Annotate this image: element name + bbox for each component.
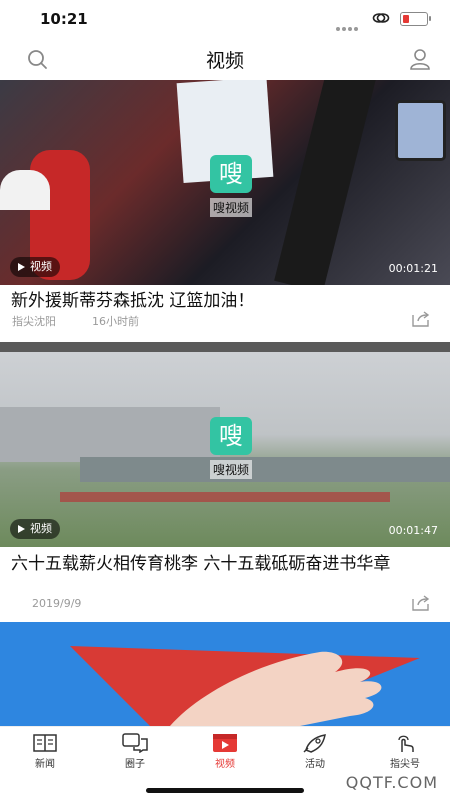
tab-video[interactable]: 视频 <box>195 733 255 770</box>
tab-zhijian[interactable]: 指尖号 <box>375 733 435 770</box>
video-thumbnail[interactable]: 嗖 嗖视频 视频 00:01:21 <box>0 80 450 285</box>
tab-label: 新闻 <box>35 759 55 770</box>
home-indicator <box>146 788 304 793</box>
video-duration: 00:01:47 <box>388 524 438 537</box>
share-icon[interactable] <box>412 595 430 611</box>
rocket-icon <box>303 734 326 753</box>
tab-label: 指尖号 <box>390 759 420 770</box>
tab-label: 活动 <box>305 759 325 770</box>
corner-watermark: QQTF.COM <box>345 773 438 792</box>
video-icon <box>213 734 237 752</box>
thumbnail-phone <box>395 100 446 161</box>
watermark-logo: 嗖 <box>210 155 252 193</box>
finger-tap-icon <box>398 735 414 752</box>
user-icon[interactable] <box>408 47 432 71</box>
page-title: 视频 <box>205 50 244 72</box>
newspaper-icon <box>33 734 57 752</box>
watermark-label: 嗖视频 <box>209 460 252 479</box>
watermark-label: 嗖视频 <box>209 198 252 217</box>
play-icon <box>18 263 25 271</box>
link-icon <box>372 13 390 23</box>
video-badge: 视频 <box>10 519 60 539</box>
status-bar: 10:21 <box>0 0 450 40</box>
share-icon[interactable] <box>412 311 430 327</box>
thumbnail-art <box>70 646 420 726</box>
battery-icon <box>400 12 431 26</box>
badge-label: 视频 <box>30 260 52 273</box>
play-icon <box>18 525 25 533</box>
video-watermark: 嗖 嗖视频 <box>206 417 256 479</box>
news-time: 16小时前 <box>92 315 139 328</box>
chat-icon <box>122 733 148 753</box>
tab-news[interactable]: 新闻 <box>15 733 75 770</box>
video-thumbnail[interactable]: 嗖 嗖视频 视频 00:01:47 <box>0 342 450 547</box>
tab-label: 视频 <box>215 759 235 770</box>
thumbnail-buildings <box>0 407 220 462</box>
video-thumbnail[interactable] <box>0 622 450 726</box>
news-title[interactable]: 六十五载薪火相传育桃李 六十五载砥砺奋进书华章 <box>11 553 441 576</box>
tab-circle[interactable]: 圈子 <box>105 733 165 770</box>
news-title[interactable]: 新外援斯蒂芬森抵沈 辽篮加油！ <box>11 290 441 313</box>
app-header: 视频 <box>0 40 450 80</box>
thumbnail-cap <box>0 170 50 210</box>
thumbnail-crowd <box>60 492 390 502</box>
thumbnail-stands <box>80 457 450 482</box>
badge-label: 视频 <box>30 522 52 535</box>
video-badge: 视频 <box>10 257 60 277</box>
video-watermark: 嗖 嗖视频 <box>206 155 256 217</box>
news-source: 指尖沈阳 <box>12 315 56 328</box>
video-duration: 00:01:21 <box>388 262 438 275</box>
thumbnail-roof <box>0 342 450 352</box>
thumbnail-banner <box>274 80 376 285</box>
signal-icon <box>336 16 362 31</box>
news-date: 2019/9/9 <box>32 597 82 610</box>
status-time: 10:21 <box>40 10 88 28</box>
watermark-logo: 嗖 <box>210 417 252 455</box>
tab-bar: 新闻 圈子 视频 活动 指尖号 <box>0 726 450 777</box>
tab-activity[interactable]: 活动 <box>285 733 345 770</box>
tab-label: 圈子 <box>125 759 145 770</box>
